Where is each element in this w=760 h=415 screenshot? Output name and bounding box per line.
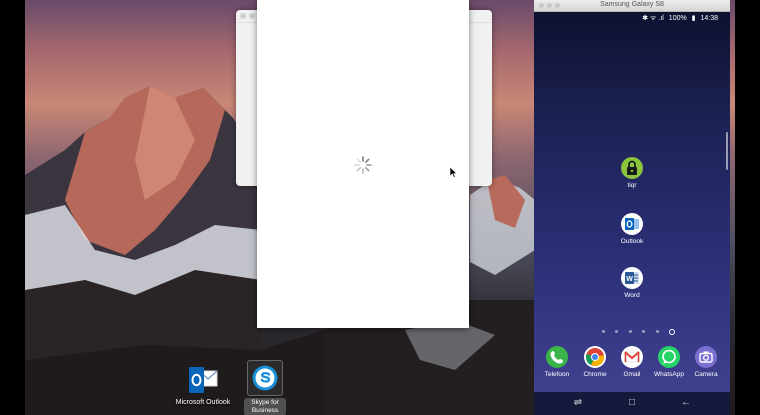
svg-text:W: W bbox=[626, 276, 633, 283]
dock-chrome-label: Chrome bbox=[583, 371, 607, 378]
dock-whatsapp-label: WhatsApp bbox=[654, 371, 684, 378]
app-outlook-label: Outlook bbox=[620, 238, 644, 245]
home-button[interactable]: □ bbox=[625, 397, 639, 409]
mouse-pointer-icon bbox=[450, 167, 458, 178]
outlook-icon bbox=[189, 367, 218, 393]
left-letterbox bbox=[0, 0, 25, 415]
desktop-outlook-label: Microsoft Outlook bbox=[175, 399, 231, 406]
app-outlook[interactable]: Outlook bbox=[612, 213, 652, 245]
signal-indicators: ✱ ᯤ .ıl bbox=[642, 15, 664, 22]
loading-spinner-icon bbox=[354, 156, 372, 174]
app-word-label: Word bbox=[624, 292, 640, 299]
skype-tile bbox=[247, 360, 283, 396]
whatsapp-icon bbox=[658, 346, 680, 368]
page-dot[interactable] bbox=[615, 330, 619, 334]
window-close-dot[interactable] bbox=[240, 13, 246, 19]
camera-icon bbox=[695, 346, 717, 368]
app-tiqr[interactable]: tiqr bbox=[612, 157, 652, 189]
gmail-icon bbox=[621, 346, 643, 368]
dock-camera[interactable]: Camera bbox=[686, 346, 726, 378]
home-page-dot[interactable] bbox=[669, 328, 676, 335]
desktop-skype-shortcut[interactable]: Skype for Business bbox=[244, 360, 286, 415]
dock-chrome[interactable]: Chrome bbox=[575, 346, 615, 378]
word-icon: W bbox=[621, 267, 643, 289]
phone-window-title: Samsung Galaxy S8 bbox=[600, 1, 664, 8]
dock-telefoon-label: Telefoon bbox=[544, 371, 570, 378]
page-indicator[interactable] bbox=[602, 323, 681, 341]
battery-level: 100% bbox=[668, 15, 687, 22]
dock-whatsapp[interactable]: WhatsApp bbox=[649, 346, 689, 378]
clock: 14:38 bbox=[700, 15, 718, 22]
dock-telefoon[interactable]: Telefoon bbox=[537, 346, 577, 378]
back-button[interactable]: ← bbox=[679, 397, 693, 409]
window-minimize-dot[interactable] bbox=[249, 13, 255, 19]
battery-icon: ▮ bbox=[691, 15, 696, 22]
recent-apps-button[interactable]: ⇌ bbox=[571, 397, 585, 409]
mac-desktop: Microsoft Outlook Skype for Business Sam… bbox=[25, 0, 735, 415]
dock-gmail-label: Gmail bbox=[623, 371, 641, 378]
app-word[interactable]: W Word bbox=[612, 267, 652, 299]
phone-status-bar: ✱ ᯤ .ıl 100% ▮ 14:38 bbox=[639, 14, 718, 23]
dock-camera-label: Camera bbox=[694, 371, 718, 378]
right-letterbox bbox=[735, 0, 760, 415]
page-dot[interactable] bbox=[628, 330, 632, 334]
phone-mirror-window[interactable]: Samsung Galaxy S8 ✱ ᯤ .ıl 100% ▮ 14:38 t… bbox=[534, 0, 730, 415]
phone-window-titlebar[interactable]: Samsung Galaxy S8 bbox=[534, 0, 730, 12]
edge-panel-handle[interactable] bbox=[726, 132, 728, 170]
page-dot[interactable] bbox=[602, 330, 605, 334]
page-dot[interactable] bbox=[655, 330, 659, 334]
desktop-skype-label: Skype for Business bbox=[244, 398, 286, 415]
phone-icon bbox=[546, 346, 568, 368]
outlook-icon bbox=[621, 213, 643, 235]
phone-navigation-bar: ⇌ □ ← bbox=[534, 392, 730, 415]
skype-icon bbox=[252, 365, 278, 391]
dock-gmail[interactable]: Gmail bbox=[612, 346, 652, 378]
phone-home-screen[interactable]: ✱ ᯤ .ıl 100% ▮ 14:38 tiqr Outlook W Word… bbox=[534, 12, 730, 415]
page-dot[interactable] bbox=[642, 330, 646, 334]
app-tiqr-label: tiqr bbox=[627, 182, 637, 189]
chrome-icon bbox=[584, 346, 606, 368]
desktop-outlook-shortcut[interactable]: Microsoft Outlook bbox=[174, 366, 232, 406]
tiqr-lock-icon bbox=[621, 157, 643, 179]
